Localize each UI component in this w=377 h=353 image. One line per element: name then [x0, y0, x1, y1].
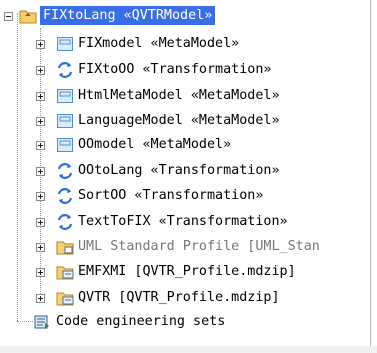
- tree-item-languagemodel[interactable]: LanguageModel «MetaModel»: [0, 110, 360, 132]
- expand-icon[interactable]: [36, 92, 45, 101]
- expand-icon[interactable]: [36, 141, 45, 150]
- metamodel-icon: [57, 114, 73, 128]
- transformation-icon: [57, 62, 73, 78]
- tree-item-ootolang[interactable]: OOtoLang «Transformation»: [0, 160, 360, 182]
- tree-item-uml-standard-profile[interactable]: UML Standard Profile [UML_Stan: [0, 236, 360, 258]
- tree-item-label: Code engineering sets: [56, 314, 226, 329]
- transformation-icon: [57, 163, 73, 179]
- tree-item-label: HtmlMetaModel «MetaModel»: [78, 88, 280, 103]
- metamodel-icon: [57, 138, 73, 152]
- metamodel-icon: [57, 89, 73, 103]
- tree-item-label: UML Standard Profile [UML_Stan: [78, 239, 320, 254]
- tree-item-htmlmetamodel[interactable]: HtmlMetaModel «MetaModel»: [0, 85, 360, 107]
- horizontal-scrollbar[interactable]: [0, 346, 377, 353]
- used-profile-icon: [56, 266, 74, 280]
- package-icon: [19, 10, 37, 24]
- tree-item-label: QVTR [QVTR_Profile.mdzip]: [78, 290, 280, 305]
- tree-item-label: SortOO «Transformation»: [78, 188, 264, 203]
- tree-root-row[interactable]: FIXtoLang «QVTRModel»: [0, 5, 360, 27]
- metamodel-icon: [57, 37, 73, 51]
- expand-icon[interactable]: [36, 117, 45, 126]
- expand-icon[interactable]: [36, 294, 45, 303]
- tree-item-fixtooo[interactable]: FIXtoOO «Transformation»: [0, 59, 360, 81]
- expand-icon[interactable]: [36, 268, 45, 277]
- expand-icon[interactable]: [36, 40, 45, 49]
- tree-item-label: OOmodel «MetaModel»: [78, 137, 232, 152]
- tree-item-label: TextToFIX «Transformation»: [78, 214, 288, 229]
- expand-icon[interactable]: [36, 243, 45, 252]
- code-engineering-icon: [34, 315, 49, 329]
- tree-item-label: FIXtoOO «Transformation»: [78, 62, 272, 77]
- transformation-icon: [57, 214, 73, 230]
- profile-package-icon: [56, 241, 74, 255]
- collapse-icon[interactable]: [4, 12, 13, 21]
- tree-item-sortoo[interactable]: SortOO «Transformation»: [0, 185, 360, 207]
- tree-item-fixmodel[interactable]: FIXmodel «MetaModel»: [0, 33, 360, 55]
- used-profile-icon: [56, 292, 74, 306]
- expand-icon[interactable]: [36, 66, 45, 75]
- tree-item-code-engineering-sets[interactable]: Code engineering sets: [0, 311, 360, 333]
- transformation-icon: [57, 188, 73, 204]
- tree-item-emfxmi[interactable]: EMFXMI [QVTR_Profile.mdzip]: [0, 261, 360, 283]
- tree-item-label: FIXmodel «MetaModel»: [78, 36, 240, 51]
- expand-icon[interactable]: [36, 167, 45, 176]
- tree-item-label: OOtoLang «Transformation»: [78, 163, 280, 178]
- tree-item-qvtr[interactable]: QVTR [QVTR_Profile.mdzip]: [0, 287, 360, 309]
- tree-item-texttofix[interactable]: TextToFIX «Transformation»: [0, 211, 360, 233]
- expand-icon[interactable]: [36, 218, 45, 227]
- tree-root-label[interactable]: FIXtoLang «QVTRModel»: [40, 6, 216, 25]
- tree-item-oomodel[interactable]: OOmodel «MetaModel»: [0, 134, 360, 156]
- expand-icon[interactable]: [36, 192, 45, 201]
- tree-item-label: LanguageModel «MetaModel»: [78, 113, 280, 128]
- tree-item-label: EMFXMI [QVTR_Profile.mdzip]: [78, 264, 296, 279]
